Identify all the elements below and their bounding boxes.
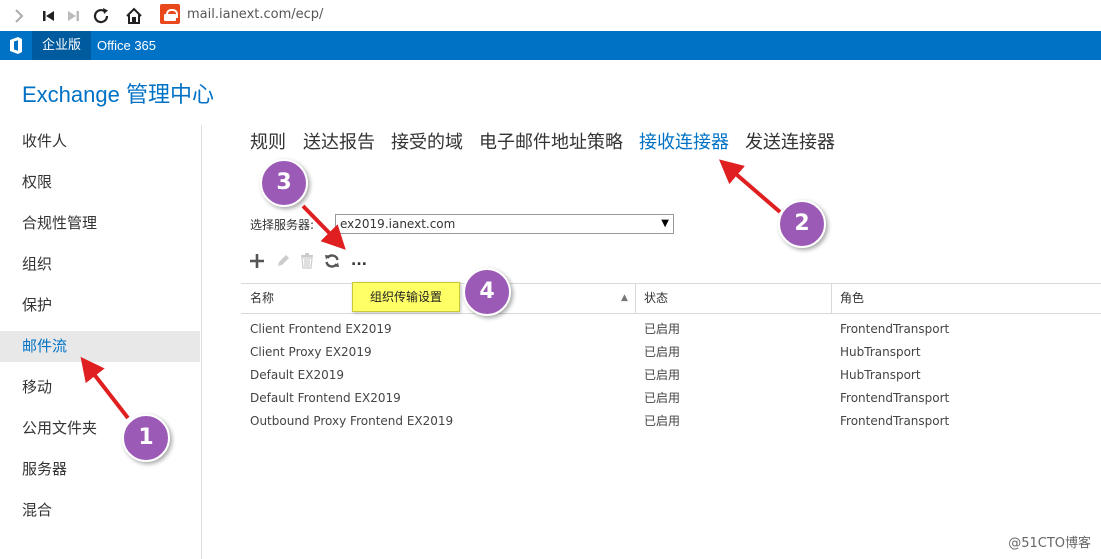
annotation-badge-2: 2 [778, 200, 826, 248]
annotation-badge-4: 4 [463, 268, 511, 316]
arrow-to-more-button [301, 204, 346, 250]
watermark: @51CTO博客 [1008, 536, 1091, 551]
annotation-badge-1: 1 [122, 414, 170, 462]
arrow-to-mail-flow [80, 356, 130, 420]
arrow-to-receive-connectors [718, 159, 782, 214]
annotation-badge-3: 3 [260, 159, 308, 207]
annotation-arrows [80, 159, 782, 420]
